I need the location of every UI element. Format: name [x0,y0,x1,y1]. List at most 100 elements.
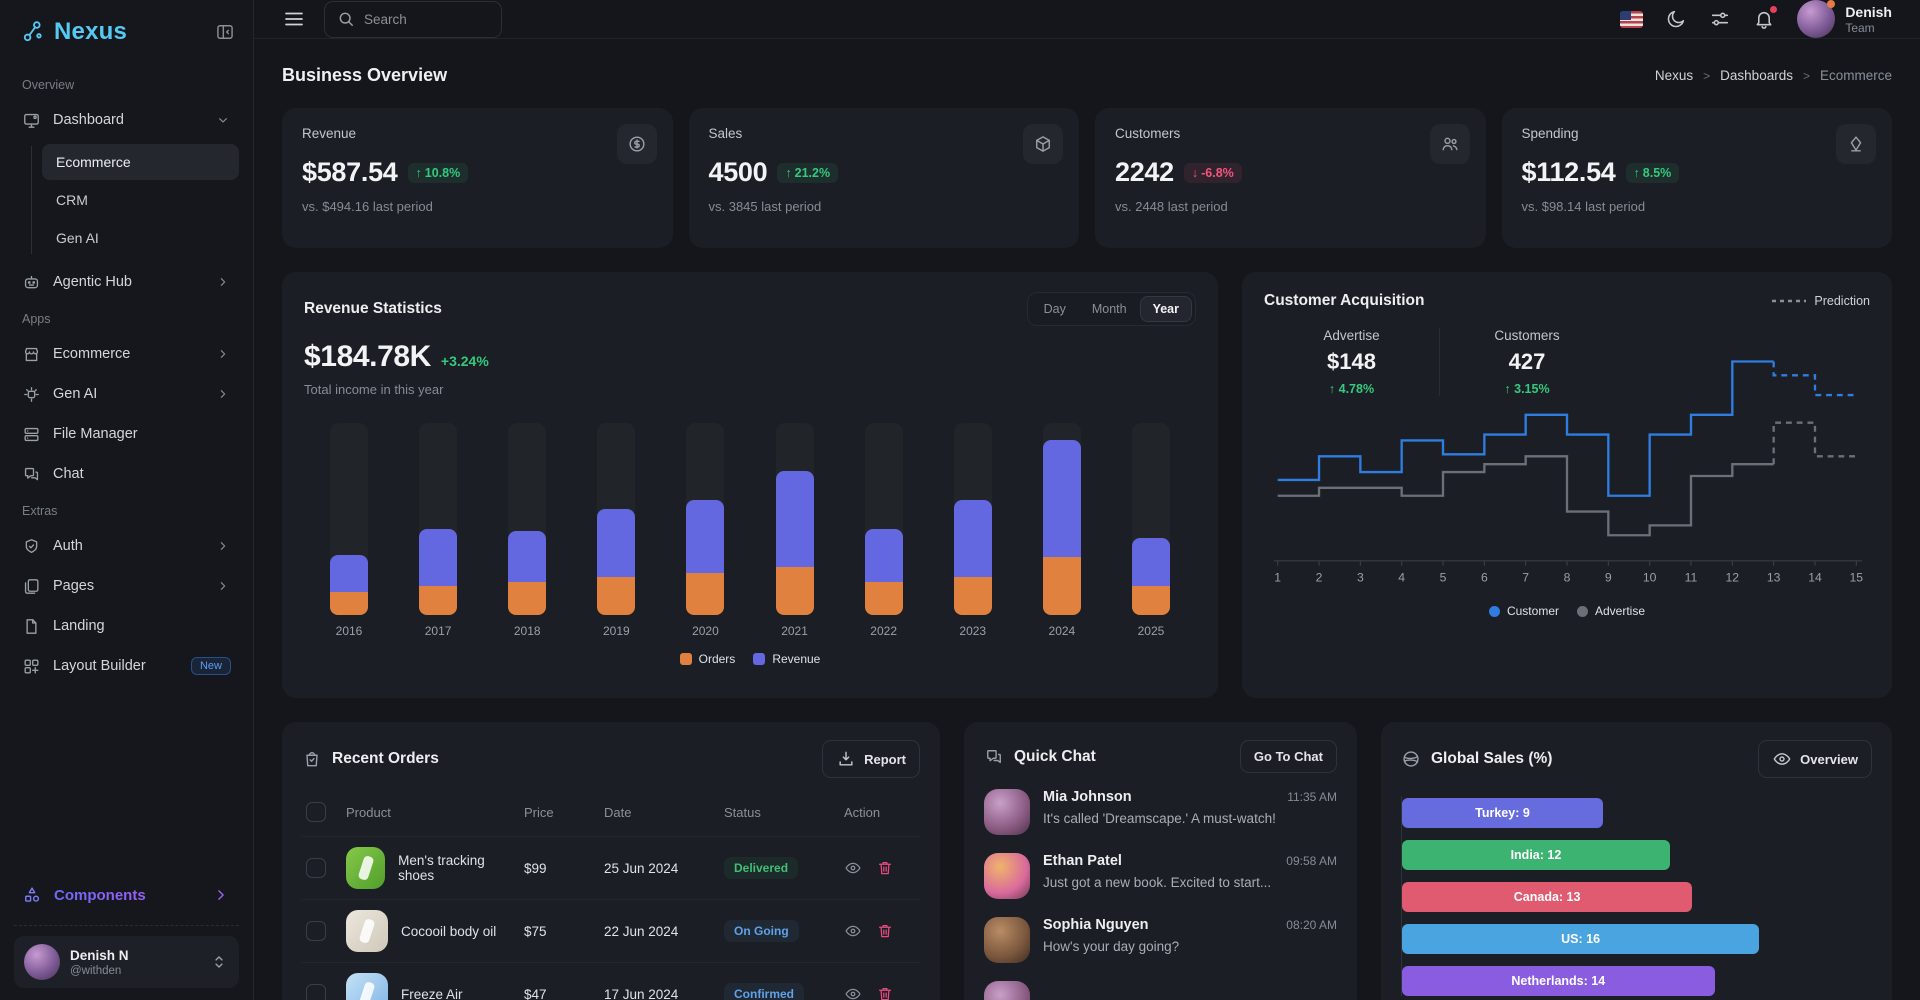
bar-stack[interactable] [597,509,635,615]
revenue-segment [1043,440,1081,557]
x-tick-label: 11 [1685,570,1698,584]
breadcrumb-item[interactable]: Ecommerce [1820,68,1892,83]
search-box[interactable] [324,1,502,38]
orders-segment [419,586,457,615]
tab-year[interactable]: Year [1140,296,1192,322]
view-order-icon[interactable] [844,985,862,1000]
bar-year-label: 2019 [603,624,630,638]
stat-icon-button[interactable] [1023,124,1063,164]
chat-list-item[interactable]: Sophia Nguyen08:20 AMHow's your day goin… [984,917,1337,963]
chat-list-item[interactable]: Mia Johnson11:35 AMIt's called 'Dreamsca… [984,789,1337,835]
menu-icon[interactable] [282,7,306,31]
revenue-segment [597,509,635,576]
sidebar-subitem-gen-ai[interactable]: Gen AI [42,220,239,256]
bar-column: 2019 [597,423,635,638]
avatar [984,789,1030,835]
report-button[interactable]: Report [822,740,920,778]
settings-sliders-icon[interactable] [1709,8,1731,30]
sidebar-item-dashboard[interactable]: Dashboard [14,100,239,140]
sidebar-section-label: Apps [14,302,239,334]
bar-track [330,423,368,615]
chevron-right-icon [215,346,231,362]
stat-icon-button[interactable] [1430,124,1470,164]
stat-icon-button[interactable] [1836,124,1876,164]
topbar-user-menu[interactable]: Denish Team [1797,0,1892,38]
chat-list-item[interactable]: Ethan Patel09:58 AMJust got a new book. … [984,853,1337,899]
bar-stack[interactable] [419,529,457,615]
topbar: Denish Team [254,0,1920,39]
sidebar-item-landing[interactable]: Landing [14,606,239,646]
bar-track [954,423,992,615]
delete-order-icon[interactable] [876,859,894,877]
legend-item-customer: Customer [1489,604,1559,618]
bar-stack[interactable] [776,471,814,615]
tab-day[interactable]: Day [1031,296,1079,322]
country-bar-us[interactable]: US: 16 [1402,924,1759,954]
sidebar-item-gen-ai[interactable]: Gen AI [14,374,239,414]
search-input[interactable] [364,12,474,27]
sidebar-item-file-manager[interactable]: File Manager [14,414,239,454]
row-checkbox[interactable] [306,858,326,878]
chat-sender-name: Ethan Patel [1043,853,1122,869]
stat-icon-button[interactable] [617,124,657,164]
sidebar-item-components[interactable]: Components [0,875,253,915]
dark-mode-moon-icon[interactable] [1665,8,1687,30]
breadcrumb-item[interactable]: Nexus [1655,68,1693,83]
stat-title: Customers [1115,126,1466,141]
country-bar-turkey[interactable]: Turkey: 9 [1402,798,1603,828]
bar-stack[interactable] [1132,538,1170,615]
sidebar-item-label: Ecommerce [53,346,203,362]
sidebar-item-auth[interactable]: Auth [14,526,239,566]
country-bar-india[interactable]: India: 12 [1402,840,1670,870]
view-order-icon[interactable] [844,859,862,877]
view-order-icon[interactable] [844,922,862,940]
notifications-bell-icon[interactable] [1753,8,1775,30]
row-checkbox[interactable] [306,984,326,1000]
nexus-logo-icon [20,19,46,45]
sidebar-collapse-icon[interactable] [215,22,235,42]
bar-year-label: 2023 [959,624,986,638]
bar-track [1043,423,1081,615]
us-flag-icon[interactable] [1620,11,1643,28]
sidebar-user-card[interactable]: Denish N @withden [14,936,239,988]
sidebar-item-layout-builder[interactable]: Layout BuilderNew [14,646,239,686]
delete-order-icon[interactable] [876,985,894,1000]
sidebar-item-label: Agentic Hub [53,274,203,290]
breadcrumb-item[interactable]: Dashboards [1720,68,1793,83]
bar-stack[interactable] [954,500,992,615]
sidebar-item-ecommerce[interactable]: Ecommerce [14,334,239,374]
overview-button[interactable]: Overview [1758,740,1872,778]
chat-timestamp: 11:35 AM [1287,790,1337,804]
stat-card-customers: Customers2242↓-6.8%vs. 2448 last period [1095,108,1486,248]
sidebar-section-label: Overview [14,68,239,100]
arrow-up-icon: ↑ [1634,166,1640,180]
sidebar-item-chat[interactable]: Chat [14,454,239,494]
bar-stack[interactable] [686,500,724,615]
column-header-product: Product [342,790,520,837]
stat-note: vs. $494.16 last period [302,199,653,214]
row-checkbox[interactable] [306,921,326,941]
app-logo[interactable]: Nexus [54,18,215,46]
country-bar-netherlands[interactable]: Netherlands: 14 [1402,966,1715,996]
country-bar-canada[interactable]: Canada: 13 [1402,882,1692,912]
chat-bubbles-icon [984,747,1004,767]
stat-title: Revenue [302,126,653,141]
select-all-checkbox[interactable] [306,802,326,822]
bar-stack[interactable] [865,529,903,615]
tab-month[interactable]: Month [1079,296,1140,322]
orders-segment [1132,586,1170,615]
sidebar-subitem-ecommerce[interactable]: Ecommerce [42,144,239,180]
sidebar-item-pages[interactable]: Pages [14,566,239,606]
chat-list-item[interactable] [984,981,1337,1000]
bar-stack[interactable] [508,531,546,615]
new-badge: New [191,657,231,675]
product-thumbnail [346,910,388,952]
bar-stack[interactable] [1043,440,1081,615]
go-to-chat-button[interactable]: Go To Chat [1240,740,1337,773]
bar-stack[interactable] [330,555,368,615]
bar-track [865,423,903,615]
sidebar-subitem-crm[interactable]: CRM [42,182,239,218]
delete-order-icon[interactable] [876,922,894,940]
sidebar-item-agentic-hub[interactable]: Agentic Hub [14,262,239,302]
chat-message-preview: Just got a new book. Excited to start... [1043,875,1337,890]
